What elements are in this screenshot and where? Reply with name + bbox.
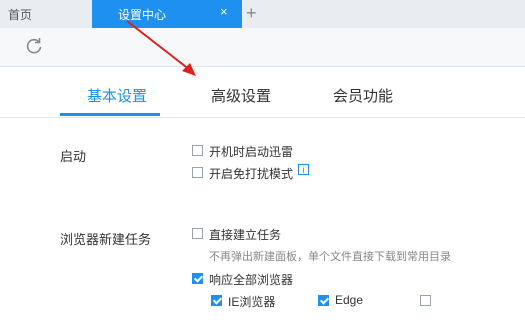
- annotation-arrow: [126, 20, 196, 76]
